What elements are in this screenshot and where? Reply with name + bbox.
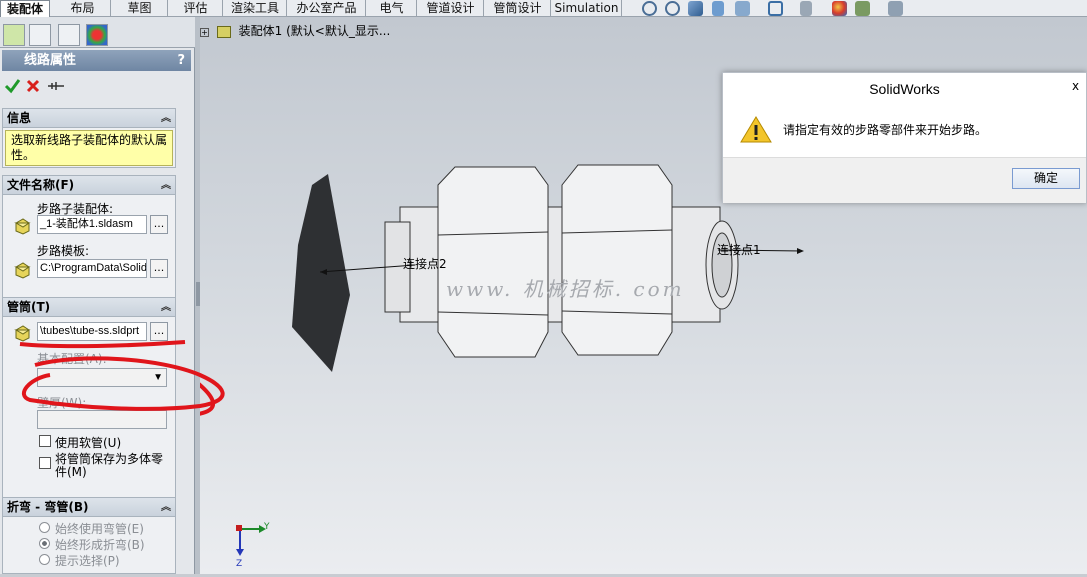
assembly-icon	[14, 218, 31, 235]
tab-layout[interactable]: 布局	[55, 0, 111, 17]
tube-section-header[interactable]: 管筒(T) ︽	[3, 298, 175, 317]
red-underline-stroke	[19, 340, 186, 349]
template-field[interactable]: C:\ProgramData\Solid	[37, 259, 147, 278]
tube-section-title: 管筒(T)	[7, 300, 51, 314]
feature-tree-root[interactable]: + 装配体1 (默认<默认_显示...	[200, 22, 390, 39]
bend-section-header[interactable]: 折弯 - 弯管(B) ︽	[3, 498, 175, 517]
info-section-title: 信息	[7, 111, 32, 125]
collapse-chevron-icon[interactable]: ︽	[161, 298, 171, 317]
ok-button[interactable]: 确定	[1012, 168, 1080, 189]
view-orientation-icon[interactable]	[735, 1, 750, 16]
flex-tube-label: 使用软管(U)	[55, 436, 122, 450]
collapse-chevron-icon[interactable]: ︽	[161, 176, 171, 195]
arrow-head-icon	[797, 248, 804, 254]
apply-scene-icon[interactable]	[855, 1, 870, 16]
zoom-to-area-icon[interactable]	[665, 1, 680, 16]
radio-prompt[interactable]	[39, 554, 50, 565]
z-axis-arrow-icon	[236, 549, 244, 556]
red-circle-stroke	[22, 356, 225, 411]
radio-always-elbow-label: 始终使用弯管(E)	[55, 522, 144, 536]
previous-view-icon[interactable]	[688, 1, 703, 16]
hide-show-items-icon[interactable]	[800, 1, 812, 16]
tab-render-tools[interactable]: 渲染工具	[224, 0, 287, 17]
tab-simulation[interactable]: Simulation	[552, 0, 622, 17]
file-name-section-title: 文件名称(F)	[7, 178, 75, 192]
subassembly-field[interactable]: _1-装配体1.sldasm	[37, 215, 147, 234]
connection-point-1-label[interactable]: 连接点1	[717, 241, 761, 258]
file-name-section-header[interactable]: 文件名称(F) ︽	[3, 176, 175, 195]
right-hex-nut	[561, 164, 673, 356]
ok-check-icon[interactable]	[4, 79, 21, 94]
ok-cancel-bar	[4, 77, 84, 95]
panel-tabs	[0, 17, 195, 48]
radio-prompt-label: 提示选择(P)	[55, 554, 120, 568]
edit-appearance-icon[interactable]	[832, 1, 847, 16]
axis-z-label: Z	[236, 559, 243, 569]
hex-plate-shape	[292, 174, 350, 372]
panel-title: 线路属性 ?	[2, 50, 191, 71]
tree-root-label: 装配体1 (默认<默认_显示...	[238, 24, 391, 38]
dialog-title: SolidWorks	[723, 73, 1086, 103]
collapse-chevron-icon[interactable]: ︽	[161, 109, 171, 128]
tab-piping[interactable]: 管道设计	[418, 0, 484, 17]
tab-assembly[interactable]: 装配体	[0, 0, 50, 17]
zoom-to-fit-icon[interactable]	[642, 1, 657, 16]
solidworks-dialog: SolidWorks x 请指定有效的步路零部件来开始步路。 确定	[722, 72, 1087, 203]
tab-electrical[interactable]: 电气	[367, 0, 417, 17]
assembly-template-icon	[14, 262, 31, 279]
warning-icon	[740, 116, 772, 143]
radio-always-elbow[interactable]	[39, 522, 50, 533]
feature-manager-tab[interactable]	[3, 24, 25, 46]
expand-icon[interactable]: +	[200, 28, 209, 37]
x-axis-marker	[236, 525, 242, 531]
multibody-checkbox[interactable]	[39, 457, 51, 469]
view-settings-icon[interactable]	[888, 1, 903, 16]
axis-y-label: Y	[264, 522, 270, 532]
collapse-chevron-icon[interactable]: ︽	[161, 498, 171, 517]
subassembly-browse-button[interactable]: ...	[150, 215, 168, 234]
property-manager-panel: 线路属性 ? 信息 ︽ 选取新线路子装配体的默认属性。 文件名称(F) ︽ 步路子装…	[0, 17, 195, 574]
tab-tubing[interactable]: 管筒设计	[485, 0, 551, 17]
info-section-header[interactable]: 信息 ︽	[3, 109, 175, 128]
configuration-manager-tab[interactable]	[58, 24, 80, 46]
template-label: 步路模板:	[37, 244, 90, 258]
info-message: 选取新线路子装配体的默认属性。	[5, 130, 173, 166]
tab-sketch[interactable]: 草图	[112, 0, 168, 17]
template-browse-button[interactable]: ...	[150, 259, 168, 278]
left-hex-nut	[437, 166, 549, 358]
display-manager-tab[interactable]	[86, 24, 108, 46]
dialog-body: 请指定有效的步路零部件来开始步路。	[723, 103, 1086, 157]
dialog-message: 请指定有效的步路零部件来开始步路。	[783, 123, 988, 137]
panel-title-text: 线路属性	[24, 53, 77, 68]
flex-tube-checkbox[interactable]	[39, 435, 51, 447]
cancel-x-icon[interactable]	[26, 79, 40, 93]
bend-section-title: 折弯 - 弯管(B)	[7, 500, 89, 514]
connection-point-2-label[interactable]: 连接点2	[403, 255, 447, 272]
info-section: 信息 ︽ 选取新线路子装配体的默认属性。	[2, 108, 176, 168]
file-name-section: 文件名称(F) ︽ 步路子装配体: _1-装配体1.sldasm ... 步路模板…	[2, 175, 176, 305]
radio-always-bend-label: 始终形成折弯(B)	[55, 538, 145, 552]
help-icon[interactable]: ?	[177, 50, 185, 71]
bend-section: 折弯 - 弯管(B) ︽ 始终使用弯管(E) 始终形成折弯(B) 提示选择(P)	[2, 497, 176, 574]
assembly-tree-icon	[216, 25, 231, 38]
red-annotation-overlay	[19, 340, 225, 411]
multibody-label: 将管筒保存为多体零件(M)	[55, 452, 164, 479]
tab-evaluate[interactable]: 评估	[169, 0, 223, 17]
action-icons	[4, 79, 64, 94]
display-style-icon[interactable]	[768, 1, 783, 16]
close-icon[interactable]: x	[1072, 79, 1082, 93]
command-manager-tabs: 装配体 布局 草图 评估 渲染工具 办公室产品 电气 管道设计 管筒设计 Sim…	[0, 0, 1087, 17]
dialog-footer: 确定	[723, 157, 1086, 203]
tab-office-products[interactable]: 办公室产品	[288, 0, 366, 17]
radio-always-bend[interactable]	[39, 538, 50, 549]
section-view-icon[interactable]	[712, 1, 724, 16]
property-manager-tab[interactable]	[29, 24, 51, 46]
watermark-text: www. 机械招标. com	[446, 277, 685, 301]
pushpin-icon[interactable]	[48, 82, 64, 90]
